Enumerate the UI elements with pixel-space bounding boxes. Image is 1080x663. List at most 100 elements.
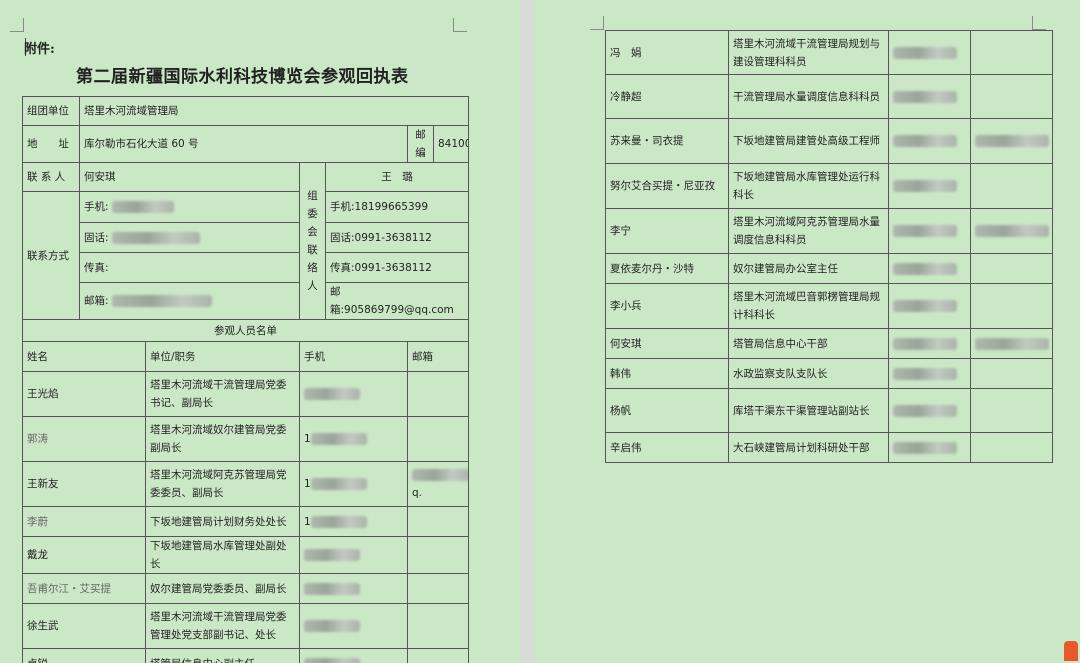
person-email[interactable]: [407, 573, 469, 604]
person-email[interactable]: [970, 74, 1053, 119]
contact-method-label: 联系方式: [22, 191, 80, 320]
person-name[interactable]: 何安琪: [605, 328, 729, 359]
person-email[interactable]: [970, 208, 1053, 254]
person-name[interactable]: 吾甫尔江・艾买提: [22, 573, 146, 604]
person-unit[interactable]: 库塔干渠东干渠管理站副站长: [728, 388, 889, 433]
committee-contact-name[interactable]: 王 璐: [325, 162, 469, 192]
col-header-mobile: 手机: [299, 341, 408, 372]
person-name[interactable]: 王光焰: [22, 371, 146, 417]
redacted-mobile: [304, 620, 360, 632]
person-email[interactable]: [970, 253, 1053, 284]
person-name[interactable]: 韩伟: [605, 358, 729, 389]
person-mobile[interactable]: 1: [299, 461, 408, 507]
person-unit[interactable]: 塔里木河流域阿克苏管理局水量调度信息科科员: [728, 208, 889, 254]
person-unit[interactable]: 下坂地建管局水库管理处副处长: [145, 536, 300, 574]
contact-fax-cell[interactable]: 传真:: [79, 252, 300, 283]
person-unit[interactable]: 塔管局信息中心副主任: [145, 648, 300, 663]
person-email[interactable]: [407, 371, 469, 417]
committee-mobile[interactable]: 手机:18199665399: [325, 191, 469, 223]
person-mobile[interactable]: [888, 283, 971, 329]
person-mobile[interactable]: [299, 648, 408, 663]
col-header-email: 邮箱: [407, 341, 469, 372]
person-mobile[interactable]: [888, 358, 971, 389]
person-unit[interactable]: 塔里木河流域奴尔建管局党委副局长: [145, 416, 300, 462]
committee-email[interactable]: 邮箱:905869799@qq.com: [325, 282, 469, 320]
person-unit[interactable]: 下坂地建管局水库管理处运行科科长: [728, 163, 889, 209]
contact-value[interactable]: 何安琪: [79, 162, 300, 192]
person-email[interactable]: [407, 648, 469, 663]
person-mobile[interactable]: [888, 388, 971, 433]
address-value[interactable]: 库尔勒市石化大道 60 号: [79, 125, 408, 163]
person-name[interactable]: 辛启伟: [605, 432, 729, 463]
person-mobile[interactable]: [888, 253, 971, 284]
person-name[interactable]: 努尔艾合买提・尼亚孜: [605, 163, 729, 209]
person-email[interactable]: [970, 118, 1053, 164]
committee-fax[interactable]: 传真:0991-3638112: [325, 252, 469, 283]
contact-mobile-cell[interactable]: 手机:: [79, 191, 300, 223]
person-email[interactable]: [407, 536, 469, 574]
person-unit[interactable]: 水政监察支队支队长: [728, 358, 889, 389]
roster-rows-left: 王光焰 塔里木河流域干流管理局党委书记、副局长 郭涛 塔里木河流域奴尔建管局党委副局长…: [22, 371, 469, 663]
person-mobile[interactable]: [888, 74, 971, 119]
person-mobile[interactable]: [299, 603, 408, 649]
person-email[interactable]: [970, 283, 1053, 329]
person-unit[interactable]: 下坂地建管局建管处高级工程师: [728, 118, 889, 164]
person-mobile[interactable]: 1: [299, 416, 408, 462]
person-name[interactable]: 杨帆: [605, 388, 729, 433]
person-unit[interactable]: 下坂地建管局计划财务处处长: [145, 506, 300, 537]
person-mobile[interactable]: [888, 328, 971, 359]
person-unit[interactable]: 塔里木河流域干流管理局规划与建设管理科科员: [728, 30, 889, 75]
person-mobile[interactable]: 1: [299, 506, 408, 537]
redacted-mobile: [111, 201, 174, 213]
person-unit[interactable]: 塔管局信息中心干部: [728, 328, 889, 359]
person-unit[interactable]: 奴尔建管局党委委员、副局长: [145, 573, 300, 604]
person-name[interactable]: 苏来曼・司衣提: [605, 118, 729, 164]
person-mobile[interactable]: [299, 573, 408, 604]
person-email[interactable]: [970, 328, 1053, 359]
person-unit[interactable]: 塔里木河流域巴音郭楞管理局规计科科长: [728, 283, 889, 329]
person-name[interactable]: 李宁: [605, 208, 729, 254]
person-name[interactable]: 冷静超: [605, 74, 729, 119]
person-name[interactable]: 李蔚: [22, 506, 146, 537]
person-name[interactable]: 徐生武: [22, 603, 146, 649]
mobile-prefix: 1: [304, 515, 311, 528]
person-name[interactable]: 李小兵: [605, 283, 729, 329]
person-mobile[interactable]: [888, 163, 971, 209]
person-name[interactable]: 夏依麦尔丹・沙特: [605, 253, 729, 284]
person-email[interactable]: [970, 30, 1053, 75]
person-unit[interactable]: 奴尔建管局办公室主任: [728, 253, 889, 284]
person-unit[interactable]: 塔里木河流域干流管理局党委书记、副局长: [145, 371, 300, 417]
contact-label: 联 系 人: [22, 162, 80, 192]
email-label: 邮箱:: [84, 295, 109, 307]
person-mobile[interactable]: [888, 118, 971, 164]
person-mobile[interactable]: [299, 371, 408, 417]
person-name[interactable]: 卓锐: [22, 648, 146, 663]
person-unit[interactable]: 塔里木河流域阿克苏管理局党委委员、副局长: [145, 461, 300, 507]
person-mobile[interactable]: [299, 536, 408, 574]
person-name[interactable]: 冯 娟: [605, 30, 729, 75]
table-row: 苏来曼・司衣提 下坂地建管局建管处高级工程师: [605, 118, 1053, 164]
person-email[interactable]: [407, 416, 469, 462]
zip-value[interactable]: 841000: [433, 125, 469, 163]
person-email[interactable]: [970, 388, 1053, 433]
committee-phone[interactable]: 固话:0991-3638112: [325, 222, 469, 253]
person-email[interactable]: [970, 358, 1053, 389]
person-unit[interactable]: 塔里木河流域干流管理局党委管理处党支部副书记、处长: [145, 603, 300, 649]
person-email[interactable]: [970, 163, 1053, 209]
person-email[interactable]: [407, 506, 469, 537]
person-name[interactable]: 戴龙: [22, 536, 146, 574]
person-email[interactable]: [970, 432, 1053, 463]
person-email[interactable]: q.: [407, 461, 469, 507]
person-name[interactable]: 王新友: [22, 461, 146, 507]
person-name[interactable]: 郭涛: [22, 416, 146, 462]
contact-phone-cell[interactable]: 固话:: [79, 222, 300, 253]
person-unit[interactable]: 大石峡建管局计划科研处干部: [728, 432, 889, 463]
person-email[interactable]: [407, 603, 469, 649]
person-unit[interactable]: 干流管理局水量调度信息科科员: [728, 74, 889, 119]
person-mobile[interactable]: [888, 432, 971, 463]
person-mobile[interactable]: [888, 30, 971, 75]
org-value[interactable]: 塔里木河流域管理局: [79, 96, 469, 126]
person-mobile[interactable]: [888, 208, 971, 254]
contact-email-cell[interactable]: 邮箱:: [79, 282, 300, 320]
redacted-mobile: [893, 46, 957, 59]
